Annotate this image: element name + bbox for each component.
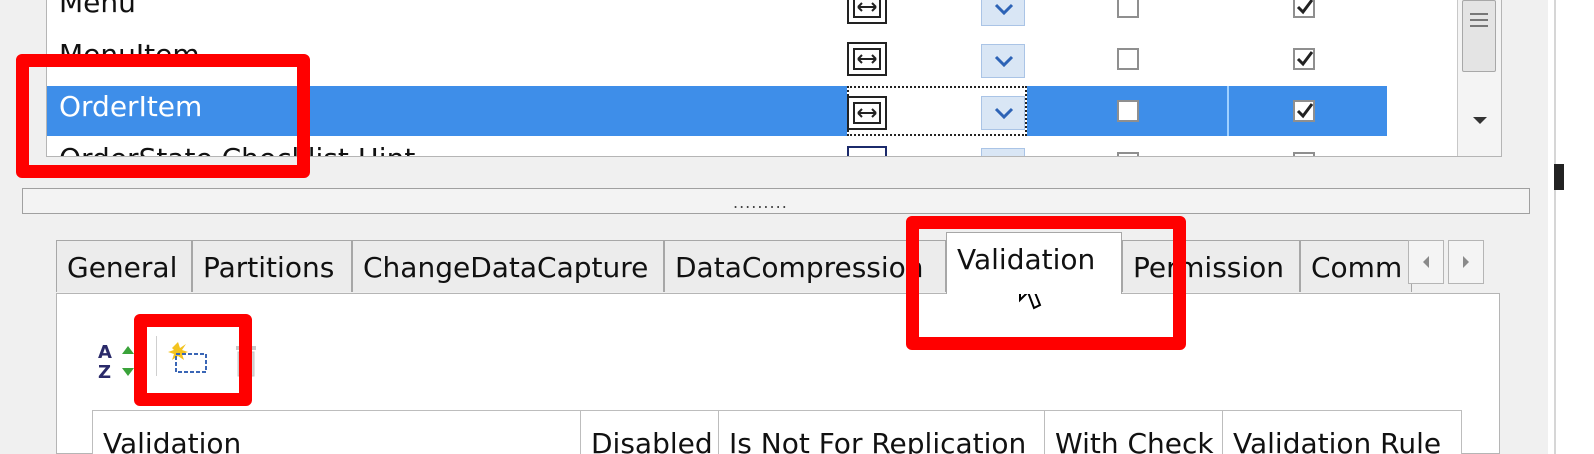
checkbox[interactable] (1293, 48, 1315, 70)
column-header-with-check[interactable]: With Check (1045, 411, 1223, 454)
expand-cell-icon[interactable] (847, 96, 887, 130)
checkbox[interactable] (1117, 0, 1139, 18)
checkbox[interactable] (1293, 0, 1315, 18)
column-header-is-not-for-replication[interactable]: Is Not For Replication (719, 411, 1045, 454)
checkbox[interactable] (1117, 48, 1139, 70)
column-header-validation[interactable]: Validation (93, 411, 581, 454)
checkbox[interactable] (1117, 152, 1139, 156)
table-row[interactable]: Menu (47, 0, 1387, 32)
checkbox[interactable] (1117, 100, 1139, 122)
scrollbar-thumb[interactable] (1462, 0, 1496, 72)
tab-comm[interactable]: Comm (1300, 240, 1412, 292)
tab-scroll-right-icon[interactable] (1448, 240, 1484, 284)
panel-splitter[interactable]: ......... (22, 188, 1530, 214)
dropdown-arrow-icon[interactable] (981, 96, 1025, 130)
column-header-disabled[interactable]: Disabled (581, 411, 719, 454)
vertical-scrollbar[interactable] (1457, 0, 1501, 156)
validation-table-header: Validation Disabled Is Not For Replicati… (92, 410, 1462, 454)
annotation-box-orderitem (16, 54, 310, 178)
checkbox[interactable] (1293, 152, 1315, 156)
tab-scroll-left-icon[interactable] (1408, 240, 1444, 284)
tab-partitions[interactable]: Partitions (192, 240, 352, 292)
svg-text:Z: Z (98, 362, 111, 382)
expand-cell-icon[interactable] (847, 0, 887, 24)
expand-cell-icon[interactable] (847, 146, 887, 156)
tab-datacompression[interactable]: DataCompression (664, 240, 946, 292)
background-edge (1548, 0, 1594, 454)
tab-validation[interactable]: Validation (946, 232, 1122, 294)
splitter-grip: ......... (733, 193, 788, 212)
row-name: Menu (59, 0, 136, 19)
expand-cell-icon[interactable] (847, 42, 887, 76)
dropdown-arrow-icon[interactable] (981, 0, 1025, 26)
annotation-box-new-button (134, 314, 252, 406)
focused-cell[interactable] (847, 86, 1027, 136)
dropdown-arrow-icon[interactable] (981, 44, 1025, 78)
tab-strip: General Partitions ChangeDataCapture Dat… (56, 232, 1500, 294)
tab-changedatacapture[interactable]: ChangeDataCapture (352, 240, 664, 292)
column-divider (1227, 86, 1229, 136)
scroll-down-icon[interactable] (1470, 114, 1490, 126)
svg-text:A: A (98, 342, 112, 363)
column-header-validation-rule[interactable]: Validation Rule (1223, 411, 1461, 454)
dropdown-arrow-icon[interactable] (981, 148, 1025, 156)
checkbox[interactable] (1293, 100, 1315, 122)
tab-general[interactable]: General (56, 240, 192, 292)
